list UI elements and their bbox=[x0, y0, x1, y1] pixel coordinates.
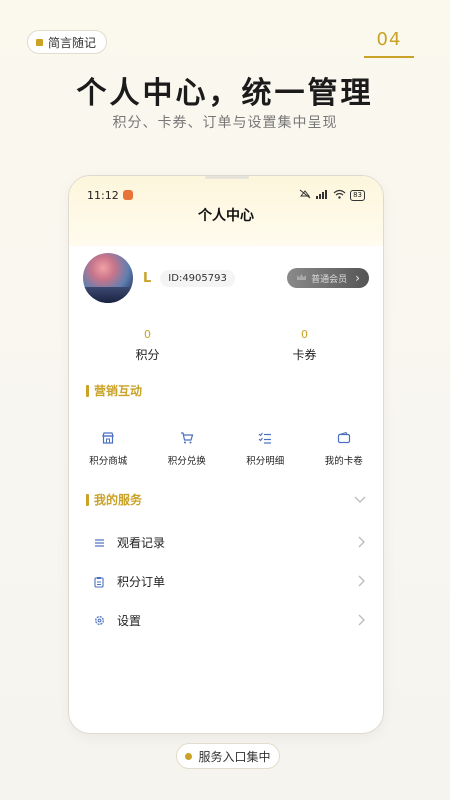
brand-tag: 简言随记 bbox=[27, 30, 108, 54]
username: L bbox=[143, 270, 152, 286]
grid-label: 积分明细 bbox=[246, 456, 285, 467]
brand-tag-label: 简言随记 bbox=[48, 35, 97, 50]
grid-item-points-mall[interactable]: 积分商城 bbox=[69, 428, 148, 467]
grid-label: 积分兑换 bbox=[167, 456, 206, 467]
membership-label: 普通会员 bbox=[311, 274, 348, 285]
bottom-caption-label: 服务入口集中 bbox=[198, 749, 271, 764]
phone-frame: 11:12 83 个人中心 L ID:4905793 普通会员 › 0 积分 0… bbox=[68, 175, 384, 734]
caption-dot-icon bbox=[185, 752, 193, 760]
stat-label: 积分 bbox=[135, 348, 160, 362]
chevron-right-icon: › bbox=[355, 271, 360, 285]
section-label: 营销互动 bbox=[94, 384, 143, 398]
profile-card: L ID:4905793 普通会员 › bbox=[83, 252, 369, 304]
page-number: 04 bbox=[376, 29, 402, 50]
phone-header: 11:12 83 个人中心 bbox=[69, 176, 383, 246]
stats-row: 0 积分 0 卡券 bbox=[69, 328, 383, 363]
grid-item-points-exchange[interactable]: 积分兑换 bbox=[148, 428, 227, 467]
clipboard-icon bbox=[93, 576, 105, 588]
status-bar: 11:12 83 bbox=[87, 187, 365, 203]
menu-label: 观看记录 bbox=[117, 536, 166, 550]
status-time: 11:12 bbox=[87, 188, 119, 202]
mute-icon bbox=[299, 189, 311, 202]
section-title-marketing: 营销互动 bbox=[86, 382, 142, 399]
stat-value: 0 bbox=[301, 328, 308, 341]
checklist-icon bbox=[258, 428, 272, 448]
section-bar bbox=[86, 384, 89, 397]
grid-label: 积分商城 bbox=[89, 456, 128, 467]
menu-item-settings[interactable]: 设置 bbox=[69, 601, 383, 640]
chevron-right-icon bbox=[358, 572, 365, 591]
stat-label: 卡券 bbox=[292, 348, 317, 362]
menu-label: 设置 bbox=[117, 614, 142, 628]
gear-icon bbox=[93, 615, 105, 626]
bottom-caption-pill: 服务入口集中 bbox=[176, 743, 280, 769]
chevron-right-icon bbox=[358, 533, 365, 552]
marketing-grid: 积分商城 积分兑换 积分明细 我的卡卷 bbox=[69, 428, 383, 467]
subheadline: 积分、卡券、订单与设置集中呈现 bbox=[112, 115, 338, 131]
section-label: 我的服务 bbox=[94, 493, 143, 507]
signal-icon bbox=[315, 189, 329, 202]
battery-icon: 83 bbox=[350, 189, 365, 201]
chevron-down-icon[interactable] bbox=[354, 493, 366, 507]
section-bar bbox=[86, 493, 89, 506]
menu-item-points-orders[interactable]: 积分订单 bbox=[69, 562, 383, 601]
grid-item-points-detail[interactable]: 积分明细 bbox=[226, 428, 305, 467]
grid-item-my-coupons[interactable]: 我的卡卷 bbox=[305, 428, 384, 467]
list-icon bbox=[93, 538, 105, 548]
wallet-icon bbox=[337, 428, 351, 448]
page-title: 个人中心 bbox=[198, 208, 254, 224]
menu-label: 积分订单 bbox=[117, 575, 166, 589]
page-number-underline bbox=[364, 56, 414, 58]
brand-square-icon bbox=[36, 38, 43, 46]
grid-label: 我的卡卷 bbox=[324, 456, 363, 467]
phone-notch bbox=[205, 176, 249, 179]
headline: 个人中心，统一管理 bbox=[76, 76, 374, 111]
user-id-badge: ID:4905793 bbox=[160, 269, 235, 287]
section-title-services: 我的服务 bbox=[86, 491, 366, 508]
crown-icon bbox=[296, 273, 307, 284]
avatar[interactable] bbox=[83, 253, 133, 303]
chevron-right-icon bbox=[358, 611, 365, 630]
store-icon bbox=[101, 428, 115, 448]
cart-icon bbox=[180, 428, 194, 448]
wifi-icon bbox=[333, 189, 346, 202]
menu-item-watch-history[interactable]: 观看记录 bbox=[69, 523, 383, 562]
stat-points[interactable]: 0 积分 bbox=[69, 328, 226, 363]
stat-value: 0 bbox=[144, 328, 151, 341]
services-menu: 观看记录 积分订单 设置 bbox=[69, 523, 383, 640]
stat-coupons[interactable]: 0 卡券 bbox=[226, 328, 383, 363]
membership-button[interactable]: 普通会员 › bbox=[287, 268, 369, 288]
app-notification-icon bbox=[122, 190, 133, 200]
